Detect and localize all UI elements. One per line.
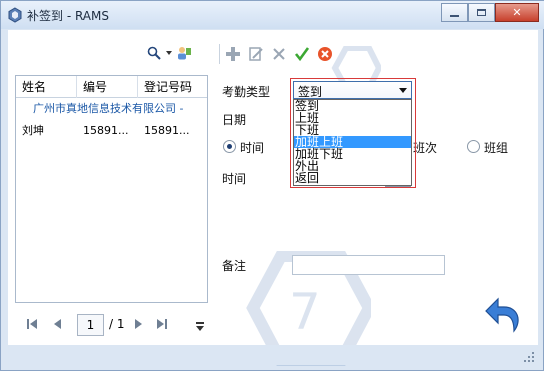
resize-grip-icon[interactable] — [524, 352, 534, 362]
column-header-reg[interactable]: 登记号码 — [138, 76, 207, 98]
attendance-type-dropdown: 签到 上班 下班 加班上班 加班下班 外出 返回 — [293, 99, 412, 186]
window-title: 补签到 - RAMS — [27, 9, 109, 23]
delete-icon[interactable] — [271, 46, 287, 62]
table-row[interactable]: 刘坤 15891... 15891... — [16, 122, 207, 140]
radio-time[interactable] — [223, 140, 236, 153]
cell-reg: 15891... — [144, 124, 190, 137]
column-header-id[interactable]: 编号 — [77, 76, 138, 98]
pager-menu-icon[interactable] — [196, 322, 204, 332]
cell-name: 刘坤 — [22, 124, 44, 137]
attendance-type-select[interactable]: 签到 — [293, 81, 412, 99]
app-window: 补签到 - RAMS ✕ 7 姓名 编号 登记号码 广州市真地信息技术有限公司 … — [0, 0, 544, 371]
radio-shift-label[interactable]: 班次 — [413, 139, 437, 156]
group-row[interactable]: 广州市真地信息技术有限公司 - — [16, 100, 207, 118]
minimize-button[interactable] — [441, 3, 468, 22]
page-number-input[interactable]: 1 — [77, 314, 104, 336]
cancel-icon[interactable] — [317, 46, 333, 62]
maximize-button[interactable] — [468, 3, 495, 22]
status-bar — [8, 345, 538, 365]
last-page-icon[interactable] — [157, 319, 167, 329]
cell-id: 15891... — [83, 124, 129, 137]
radio-group-label[interactable]: 班组 — [484, 139, 508, 156]
select-value: 签到 — [298, 85, 323, 99]
minimize-icon — [450, 14, 459, 17]
employee-grid: 姓名 编号 登记号码 广州市真地信息技术有限公司 - 刘坤 15891... 1… — [15, 75, 208, 303]
search-icon[interactable] — [147, 46, 161, 60]
edit-icon[interactable] — [248, 46, 264, 62]
chevron-down-icon[interactable] — [399, 88, 407, 93]
maximize-icon — [477, 9, 486, 16]
app-logo-icon — [8, 7, 22, 23]
close-button[interactable]: ✕ — [495, 3, 539, 22]
column-header-name[interactable]: 姓名 — [16, 76, 77, 98]
user-add-icon[interactable] — [176, 45, 192, 61]
page-total: / 1 — [109, 317, 125, 331]
confirm-icon[interactable] — [294, 46, 310, 62]
date-label: 日期 — [222, 113, 247, 127]
remark-label: 备注 — [222, 259, 247, 273]
attendance-type-label: 考勤类型 — [222, 85, 271, 99]
radio-group[interactable] — [467, 140, 480, 153]
search-options-arrow-icon[interactable] — [166, 51, 172, 55]
next-page-icon[interactable] — [133, 319, 143, 329]
title-bar[interactable]: 补签到 - RAMS ✕ — [1, 1, 544, 29]
option-return[interactable]: 返回 — [294, 172, 411, 184]
search-input[interactable] — [15, 42, 145, 63]
time-label: 时间 — [222, 172, 247, 186]
close-icon: ✕ — [512, 6, 522, 19]
remark-input[interactable] — [292, 255, 445, 275]
prev-page-icon[interactable] — [53, 319, 63, 329]
svg-text:7: 7 — [289, 283, 321, 341]
toolbar — [219, 43, 340, 65]
toolbar-separator — [219, 44, 220, 64]
grid-header: 姓名 编号 登记号码 — [16, 76, 207, 98]
undo-icon[interactable] — [484, 295, 524, 335]
add-icon[interactable] — [225, 46, 241, 62]
pager: 1 / 1 — [15, 314, 208, 336]
first-page-icon[interactable] — [27, 319, 37, 329]
radio-time-label[interactable]: 时间 — [240, 139, 264, 156]
